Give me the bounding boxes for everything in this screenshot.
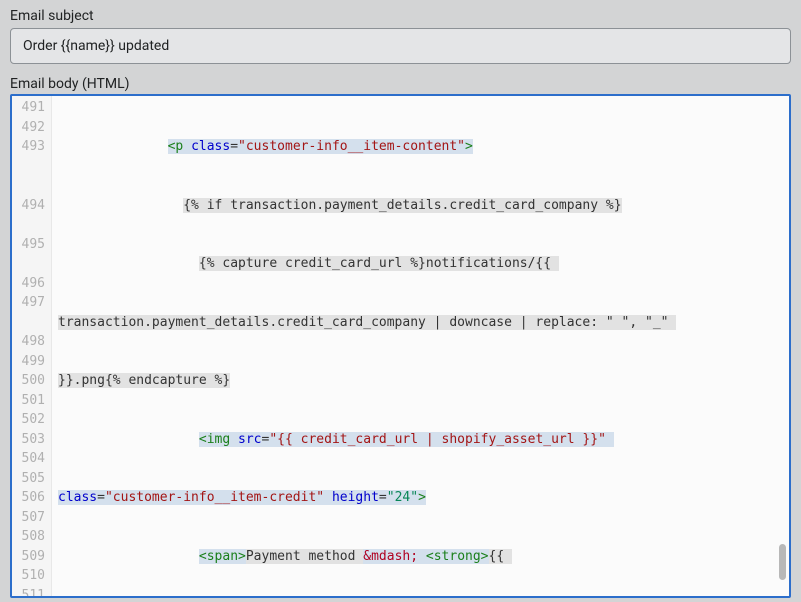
email-body-editor[interactable]: 491 492 493 494 495 496 497 498 499 500 … [10,94,791,598]
email-body-label: Email body (HTML) [10,76,791,92]
scrollbar-thumb[interactable] [779,544,786,580]
editor-code[interactable]: <p class="customer-info__item-content"> … [52,96,789,596]
email-subject-label: Email subject [10,8,791,24]
editor-gutter: 491 492 493 494 495 496 497 498 499 500 … [12,96,52,596]
email-subject-input[interactable] [10,28,791,64]
editor-scrollbar[interactable] [777,96,787,596]
